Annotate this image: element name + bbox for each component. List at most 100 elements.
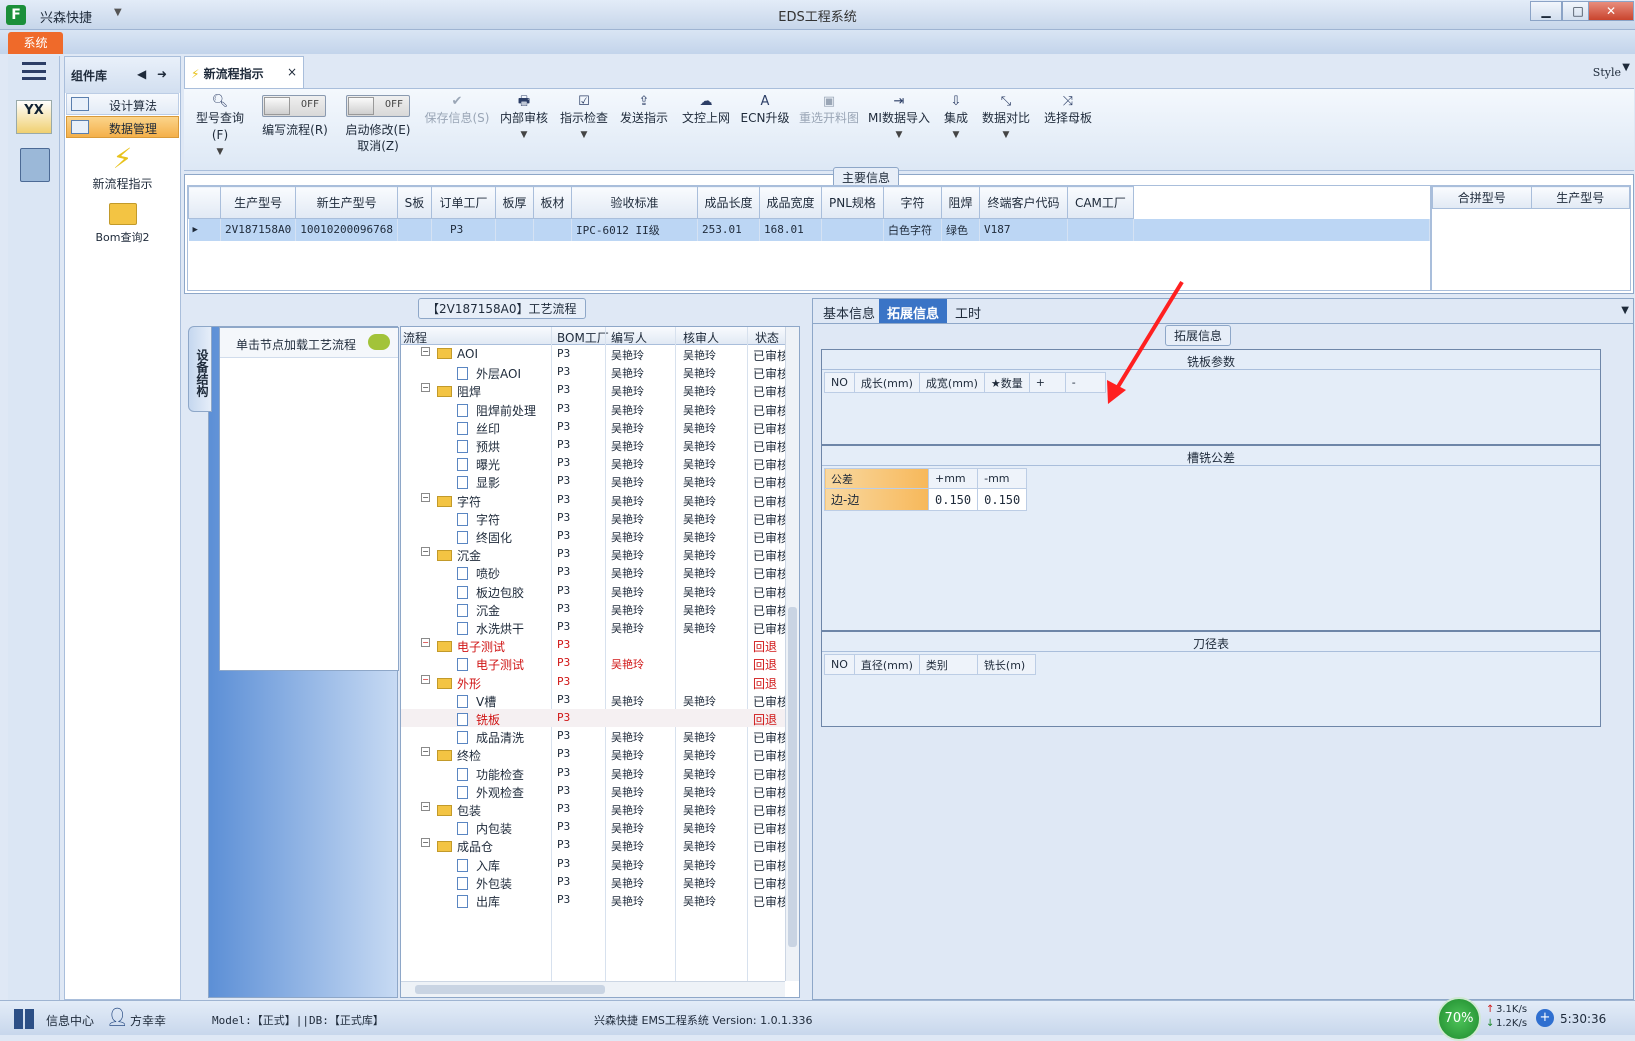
tree-row[interactable]: 外包装 P3 吴艳玲 吴艳玲 已审核	[401, 873, 789, 891]
tree-row[interactable]: − 终检 P3 吴艳玲 吴艳玲 已审核	[401, 745, 789, 763]
save-info-button[interactable]: ✔ 保存信息(S)	[420, 93, 494, 127]
send-instruction-button[interactable]: ⇪ 发送指示	[616, 93, 672, 127]
hamburger-menu-icon[interactable]	[22, 62, 46, 80]
system-menu-tab[interactable]: 系统	[8, 32, 63, 54]
tab-equipment-structure[interactable]: 设备结构	[188, 326, 212, 412]
remove-row-button[interactable]: -	[1064, 372, 1106, 393]
column-header[interactable]: 生产型号	[219, 186, 297, 219]
column-header[interactable]: 成长(mm)	[853, 372, 920, 393]
column-header[interactable]: 板材	[532, 186, 572, 219]
table-cell[interactable]: IPC-6012 II级	[571, 218, 698, 241]
tree-row[interactable]: 电子测试 P3 吴艳玲 回退	[401, 654, 785, 672]
column-header[interactable]: 编写人	[611, 329, 647, 346]
tree-row[interactable]: V槽 P3 吴艳玲 吴艳玲 已审核	[401, 691, 789, 709]
column-header[interactable]: 合拼型号	[1432, 186, 1532, 209]
column-header[interactable]: PNL规格	[820, 186, 884, 219]
close-window-button[interactable]: ✕	[1588, 1, 1634, 21]
column-header[interactable]: BOM工厂	[557, 329, 609, 346]
tree-row[interactable]: 字符 P3 吴艳玲 吴艳玲 已审核	[401, 509, 789, 527]
tab-work-hours[interactable]: 工时	[947, 299, 989, 323]
panel-dropdown-icon[interactable]: ▼	[1621, 305, 1629, 316]
tree-row[interactable]: − 包装 P3 吴艳玲 吴艳玲 已审核	[401, 800, 789, 818]
column-header[interactable]: 验收标准	[570, 186, 698, 219]
close-tab-icon[interactable]: ×	[287, 65, 297, 79]
tree-row[interactable]: − AOI P3 吴艳玲 吴艳玲 已审核	[401, 345, 789, 363]
table-cell[interactable]	[821, 218, 884, 241]
table-cell[interactable]	[533, 218, 572, 241]
tree-row[interactable]: 功能检查 P3 吴艳玲 吴艳玲 已审核	[401, 764, 789, 782]
tree-row[interactable]: 终固化 P3 吴艳玲 吴艳玲 已审核	[401, 527, 789, 545]
table-cell[interactable]	[397, 218, 432, 241]
table-cell[interactable]: 253.01	[697, 218, 760, 241]
tree-row[interactable]: 铣板 P3 回退	[401, 709, 785, 728]
tree-row[interactable]: − 成品仓 P3 吴艳玲 吴艳玲 已审核	[401, 836, 789, 854]
column-header[interactable]: 公差	[824, 468, 929, 489]
collapse-node-icon[interactable]: −	[421, 347, 430, 356]
bom-query-launcher[interactable]: Bom查询2	[66, 203, 179, 245]
column-header[interactable]: 状态	[755, 329, 779, 346]
sidebar-item-design-algorithm[interactable]: 设计算法	[66, 93, 179, 115]
collapse-node-icon[interactable]: −	[421, 492, 430, 502]
internal-review-button[interactable]: 🖶 内部审核 ▼	[496, 93, 552, 144]
add-icon[interactable]: +	[1536, 1009, 1554, 1027]
column-header[interactable]: 铣长(m)	[976, 654, 1036, 675]
edit-process-toggle[interactable]: OFF	[262, 95, 326, 117]
scrollbar-thumb[interactable]	[415, 985, 605, 994]
cpu-usage-gauge[interactable]: 70%	[1437, 997, 1481, 1041]
collapse-node-icon[interactable]: −	[421, 747, 430, 757]
calculator-icon[interactable]	[20, 148, 50, 182]
integrate-button[interactable]: ⇩ 集成 ▼	[938, 93, 974, 144]
column-header[interactable]: 成宽(mm)	[918, 372, 985, 393]
reselect-cutting-chart-button[interactable]: ▣ 重选开料图	[796, 93, 862, 127]
table-cell[interactable]: 边-边	[824, 488, 929, 511]
instruction-check-button[interactable]: ☑ 指示检查 ▼	[556, 93, 612, 144]
tree-row[interactable]: − 外形 P3 回退	[401, 673, 785, 691]
scrollbar-thumb[interactable]	[788, 607, 797, 947]
column-header[interactable]: 终端客户代码	[978, 186, 1068, 219]
sidebar-item-data-management[interactable]: 数据管理	[66, 116, 179, 138]
tree-row[interactable]: 入库 P3 吴艳玲 吴艳玲 已审核	[401, 855, 789, 873]
column-header[interactable]: 阻焊	[940, 186, 980, 219]
tree-row[interactable]: 出库 P3 吴艳玲 吴艳玲 已审核	[401, 891, 789, 909]
new-process-instruction-launcher[interactable]: ⚡ 新流程指示	[66, 143, 179, 192]
column-header[interactable]: -mm	[977, 468, 1028, 489]
table-row[interactable]: 边-边 0.150 0.150	[824, 488, 1028, 511]
column-header[interactable]: +mm	[927, 468, 979, 489]
table-cell[interactable]: 0.150	[927, 488, 979, 511]
column-header[interactable]: 新生产型号	[295, 186, 398, 219]
vertical-scrollbar[interactable]	[785, 327, 799, 981]
column-header[interactable]: 成品宽度	[758, 186, 822, 219]
tree-row[interactable]: − 电子测试 P3 回退	[401, 636, 785, 654]
tree-row[interactable]: 外层AOI P3 吴艳玲 吴艳玲 已审核	[401, 363, 789, 381]
tree-row[interactable]: 阻焊前处理 P3 吴艳玲 吴艳玲 已审核	[401, 400, 789, 418]
info-center-link[interactable]: 信息中心	[46, 1012, 94, 1029]
tree-row[interactable]: 显影 P3 吴艳玲 吴艳玲 已审核	[401, 472, 789, 490]
data-compare-button[interactable]: ⤡ 数据对比 ▼	[978, 93, 1034, 144]
yx-factory-icon[interactable]: YX	[16, 100, 52, 134]
column-header[interactable]: CAM工厂	[1066, 186, 1134, 219]
pin-panel-icon[interactable]: ➜	[157, 67, 167, 81]
column-header[interactable]: 字符	[882, 186, 942, 219]
column-header[interactable]: NO	[824, 654, 855, 675]
column-header[interactable]: 生产型号	[1530, 186, 1630, 209]
table-row[interactable]: ▶ 2V187158A0 10010200096768 P3 IPC-6012 …	[188, 218, 1430, 241]
column-header[interactable]: 板厚	[494, 186, 534, 219]
tree-row[interactable]: − 阻焊 P3 吴艳玲 吴艳玲 已审核	[401, 381, 789, 399]
collapse-left-icon[interactable]: ◀	[137, 67, 146, 81]
tree-row[interactable]: 丝印 P3 吴艳玲 吴艳玲 已审核	[401, 418, 789, 436]
column-header[interactable]: 成品长度	[696, 186, 760, 219]
column-header[interactable]: ★数量	[983, 372, 1030, 393]
column-header[interactable]: 类别	[918, 654, 978, 675]
table-cell[interactable]: V187	[979, 218, 1068, 241]
select-mother-board-button[interactable]: ⤨ 选择母板	[1040, 93, 1096, 127]
start-modify-toggle[interactable]: OFF	[346, 95, 410, 117]
collapse-node-icon[interactable]: −	[421, 547, 430, 557]
horizontal-scrollbar[interactable]	[401, 981, 785, 997]
collapse-node-icon[interactable]: −	[421, 674, 430, 684]
column-header[interactable]: 订单工厂	[430, 186, 496, 219]
column-header[interactable]: 直径(mm)	[853, 654, 920, 675]
table-cell[interactable]	[1067, 218, 1134, 241]
tree-row[interactable]: 内包装 P3 吴艳玲 吴艳玲 已审核	[401, 818, 789, 836]
tree-row[interactable]: 曝光 P3 吴艳玲 吴艳玲 已审核	[401, 454, 789, 472]
tree-row[interactable]: 外观检查 P3 吴艳玲 吴艳玲 已审核	[401, 782, 789, 800]
